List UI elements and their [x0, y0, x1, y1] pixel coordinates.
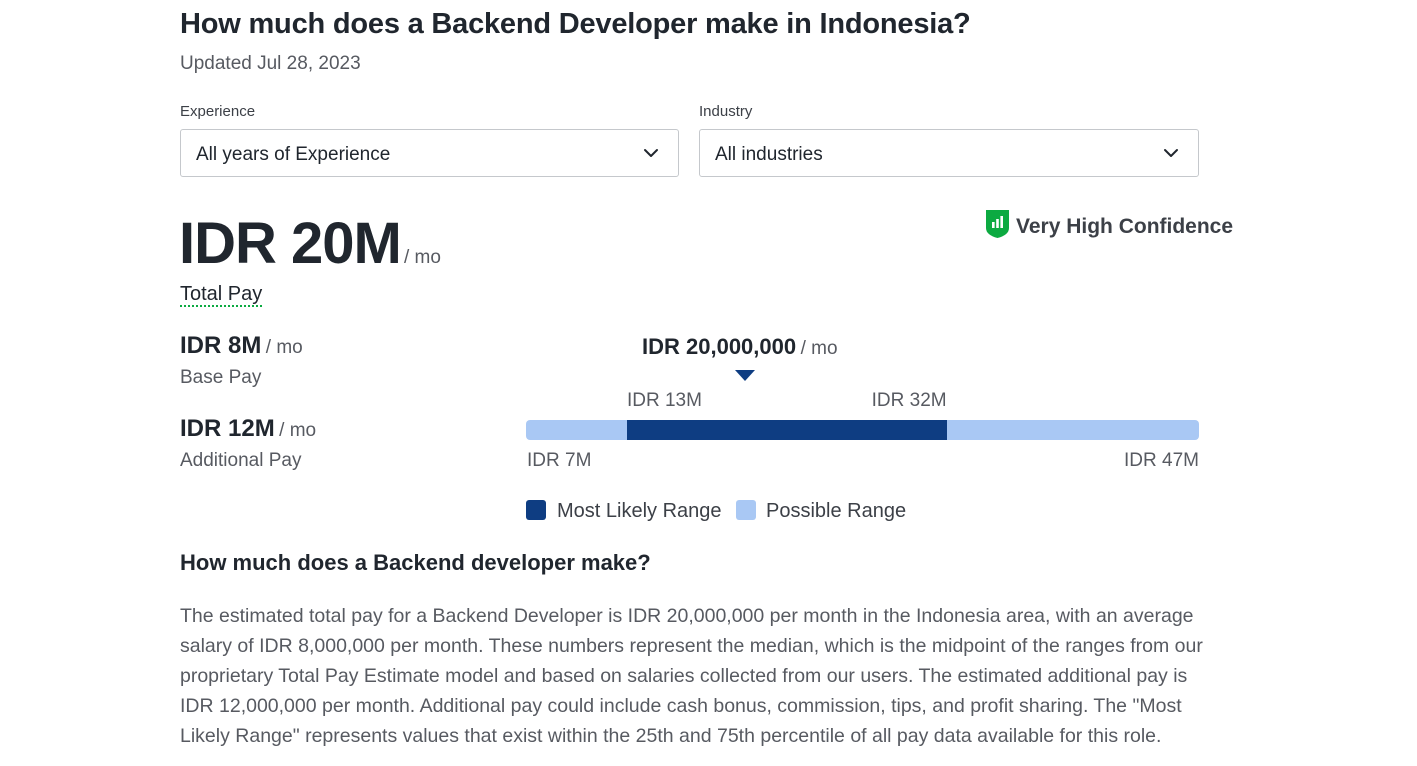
- experience-select[interactable]: All years of Experience: [180, 129, 679, 177]
- legend-likely-swatch: [526, 500, 546, 520]
- section-heading: How much does a Backend developer make?: [180, 550, 651, 575]
- likely-high-label: IDR 32M: [871, 390, 947, 411]
- median-pay-amount: IDR 20,000,000: [642, 334, 797, 359]
- legend-possible-swatch: [736, 500, 756, 520]
- likely-range-bar: [626, 420, 947, 440]
- additional-pay-amount-row: IDR 12M / mo: [180, 415, 316, 443]
- additional-pay-label: Additional Pay: [180, 450, 302, 471]
- industry-select[interactable]: All industries: [699, 129, 1199, 177]
- confidence-label: Very High Confidence: [1016, 215, 1234, 238]
- possible-high-label: IDR 47M: [1124, 450, 1199, 471]
- median-pay-period: / mo: [800, 338, 838, 359]
- confidence-shield-icon: [986, 210, 1009, 238]
- base-pay-period: / mo: [265, 337, 303, 358]
- page-title: How much does a Backend Developer make i…: [180, 8, 971, 40]
- total-pay-label[interactable]: Total Pay: [180, 283, 263, 307]
- salary-page: How much does a Backend Developer make i…: [0, 0, 1417, 766]
- total-pay-amount: IDR 20M: [179, 211, 402, 276]
- likely-low-label: IDR 13M: [626, 390, 702, 411]
- median-marker-icon: [734, 370, 755, 381]
- industry-select-value: All industries: [715, 144, 823, 165]
- possible-low-label: IDR 7M: [527, 450, 592, 471]
- legend-likely-label: Most Likely Range: [557, 500, 722, 522]
- chevron-down-icon: [1164, 149, 1178, 157]
- experience-select-value: All years of Experience: [196, 144, 391, 165]
- chevron-down-icon: [644, 149, 658, 157]
- industry-label: Industry: [699, 103, 753, 120]
- base-pay-amount-row: IDR 8M / mo: [180, 332, 303, 360]
- median-pay-label: IDR 20,000,000 / mo: [642, 334, 838, 360]
- updated-date: Updated Jul 28, 2023: [180, 53, 361, 74]
- additional-pay-amount: IDR 12M: [180, 415, 275, 442]
- additional-pay-period: / mo: [279, 420, 317, 441]
- experience-label: Experience: [180, 103, 256, 120]
- base-pay-label: Base Pay: [180, 367, 262, 388]
- total-pay-period: / mo: [404, 247, 441, 268]
- salary-description: The estimated total pay for a Backend De…: [180, 605, 1203, 747]
- legend-possible-label: Possible Range: [766, 500, 907, 522]
- base-pay-amount: IDR 8M: [180, 332, 262, 359]
